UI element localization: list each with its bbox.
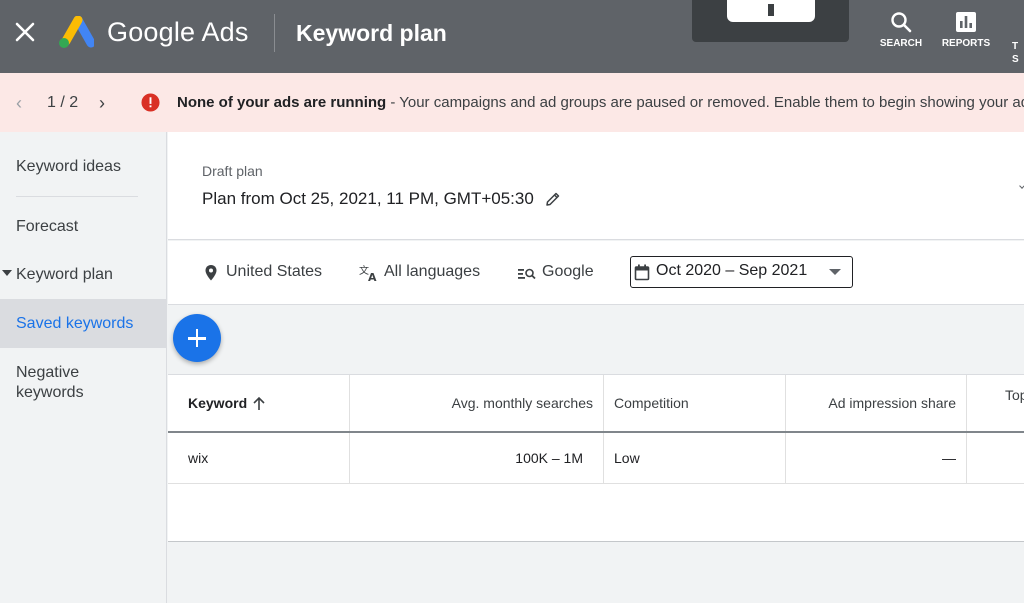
svg-text:A: A <box>368 271 377 282</box>
competition-header-label: Competition <box>614 395 689 411</box>
sidebar-divider <box>16 196 138 197</box>
date-range-select[interactable]: Oct 2020 – Sep 2021 <box>630 256 853 288</box>
search-label: SEARCH <box>879 38 923 49</box>
column-header-ad-impression-share[interactable]: Ad impression share <box>786 375 967 431</box>
location-pin-icon <box>205 265 217 281</box>
cell-avg-searches: 100K – 1M <box>350 433 604 483</box>
language-label: All languages <box>384 263 481 280</box>
cell-competition: Low <box>604 433 786 483</box>
cell-ad-impression-share: — <box>786 433 967 483</box>
date-range-value: Oct 2020 – Sep 2021 <box>656 262 808 279</box>
brand-name: Google Ads <box>107 17 249 47</box>
chevron-right-icon[interactable]: › <box>99 93 105 114</box>
plan-header: Draft plan Plan from Oct 25, 2021, 11 PM… <box>168 132 1024 240</box>
account-panel-card <box>727 0 815 22</box>
sidebar-item-keyword-ideas[interactable]: Keyword ideas <box>0 158 166 176</box>
dropdown-arrow-icon <box>829 269 841 275</box>
google-ads-logo <box>59 16 94 48</box>
alert-description: - Your campaigns and ad groups are pause… <box>386 94 1024 111</box>
reports-icon <box>956 12 976 32</box>
search-button[interactable]: SEARCH <box>873 10 929 60</box>
caret-down-icon <box>2 270 12 276</box>
reports-label: REPORTS <box>941 38 991 49</box>
chevron-left-icon[interactable]: ‹ <box>16 93 22 114</box>
column-header-keyword[interactable]: Keyword <box>168 375 350 431</box>
plan-name: Plan from Oct 25, 2021, 11 PM, GMT+05:30 <box>202 189 534 208</box>
network-filter[interactable]: Google <box>517 263 594 281</box>
sidebar: Keyword ideas Forecast Keyword plan Save… <box>0 132 167 603</box>
keywords-table: Keyword Avg. monthly searches Competitio… <box>168 374 1024 542</box>
sidebar-item-saved-keywords[interactable]: Saved keywords <box>0 299 166 348</box>
add-keywords-button[interactable] <box>173 314 221 362</box>
cell-top <box>967 433 1024 483</box>
search-network-icon <box>518 268 536 280</box>
location-filter[interactable]: United States <box>204 263 322 281</box>
plan-filters: United States 文 A All languages Google O… <box>168 241 1024 305</box>
expand-icon[interactable] <box>1019 183 1024 189</box>
ad-impression-share-value: — <box>942 450 956 466</box>
column-header-avg-monthly-searches[interactable]: Avg. monthly searches <box>350 375 604 431</box>
alert-title: None of your ads are running <box>177 94 387 111</box>
avg-searches-header-label: Avg. monthly searches <box>451 395 593 411</box>
title-divider <box>274 14 275 52</box>
keyword-header-label: Keyword <box>188 395 248 411</box>
row-divider <box>168 483 1024 484</box>
avg-searches-value: 100K – 1M <box>515 450 583 466</box>
account-panel[interactable] <box>692 0 849 42</box>
search-icon <box>891 12 912 33</box>
location-label: United States <box>226 263 323 280</box>
page-title: Keyword plan <box>296 20 447 46</box>
error-icon <box>141 93 160 112</box>
alert-banner: ‹ 1 / 2 › None of your ads are running -… <box>0 73 1024 132</box>
top-header-label: Top <box>1005 387 1024 403</box>
language-filter[interactable]: 文 A All languages <box>359 263 481 282</box>
alert-message: None of your ads are running - Your camp… <box>177 94 1024 111</box>
sidebar-item-keyword-plan[interactable]: Keyword plan <box>0 266 166 284</box>
arrow-up-icon[interactable] <box>252 396 266 411</box>
tools-button[interactable]: T S <box>1012 40 1024 66</box>
ad-impression-share-header-label: Ad impression share <box>828 395 956 411</box>
calendar-icon <box>634 264 650 281</box>
translate-icon: 文 A <box>359 264 377 282</box>
keyword-value: wix <box>188 450 209 466</box>
competition-value: Low <box>614 450 640 466</box>
sidebar-item-forecast[interactable]: Forecast <box>0 218 166 236</box>
cell-keyword: wix <box>168 433 350 483</box>
alert-pagination: 1 / 2 <box>47 94 79 111</box>
pencil-icon[interactable] <box>544 190 562 208</box>
network-label: Google <box>542 263 594 280</box>
tools-label-partial: T S <box>1012 41 1019 65</box>
sidebar-item-keyword-plan-label: Keyword plan <box>16 266 113 283</box>
draft-label: Draft plan <box>202 163 263 179</box>
sidebar-item-negative-keywords[interactable]: Negative keywords <box>0 363 120 403</box>
close-icon[interactable] <box>14 21 36 43</box>
reports-button[interactable]: REPORTS <box>938 10 994 60</box>
top-app-bar: Google Ads Keyword plan SEARCH REPORTS T… <box>0 0 1024 73</box>
column-header-competition[interactable]: Competition <box>604 375 786 431</box>
column-header-top[interactable]: Top <box>967 375 1024 431</box>
